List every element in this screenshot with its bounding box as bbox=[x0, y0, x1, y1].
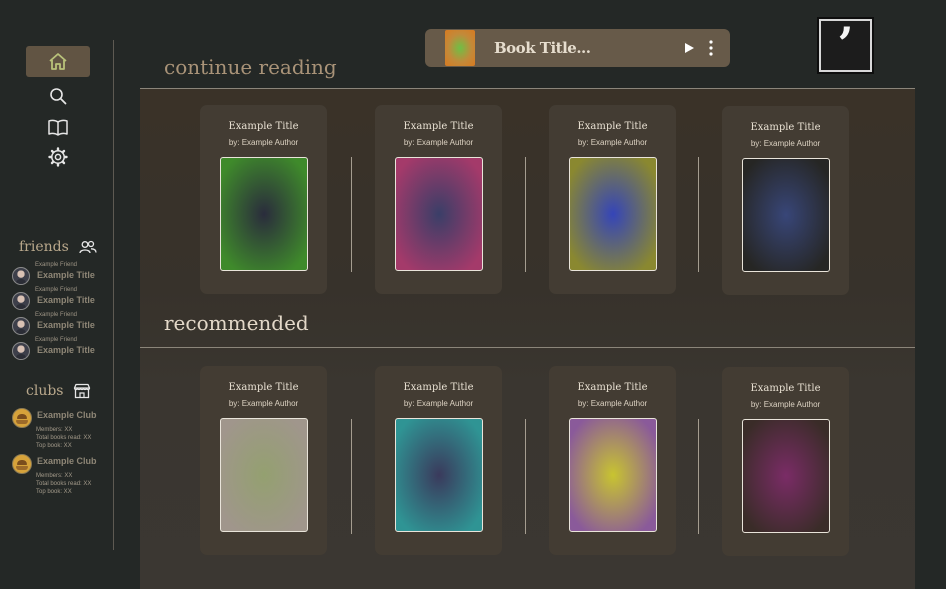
book-title: Example Title bbox=[228, 121, 299, 132]
home-icon bbox=[49, 53, 67, 70]
friend-name: Example Friend bbox=[35, 312, 78, 318]
avatar bbox=[12, 292, 30, 310]
friend-book-title: Example Title bbox=[37, 270, 95, 280]
club-total-read: Total books read: XX bbox=[36, 481, 92, 487]
book-cover[interactable] bbox=[569, 157, 657, 271]
card-divider bbox=[351, 157, 352, 272]
book-card[interactable]: Example Title by: Example Author bbox=[722, 106, 849, 295]
club-avatar bbox=[12, 454, 32, 474]
club-members: Members: XX bbox=[36, 427, 73, 433]
book-author: by: Example Author bbox=[228, 399, 299, 408]
card-divider bbox=[698, 419, 699, 534]
book-cover[interactable] bbox=[220, 157, 308, 271]
book-author: by: Example Author bbox=[750, 400, 821, 409]
nav-library-button[interactable] bbox=[42, 114, 74, 140]
book-card[interactable]: Example Title by: Example Author bbox=[375, 105, 502, 294]
club-top-book: Top book: XX bbox=[36, 489, 72, 495]
book-cover[interactable] bbox=[569, 418, 657, 532]
avatar bbox=[12, 342, 30, 360]
nav-search-button[interactable] bbox=[42, 83, 74, 109]
nav-home-button[interactable] bbox=[26, 46, 90, 77]
people-icon[interactable] bbox=[79, 240, 97, 254]
friend-book-title: Example Title bbox=[37, 345, 95, 355]
club-item[interactable]: Example Club Members: XX Total books rea… bbox=[12, 454, 112, 498]
friend-item[interactable]: Example Friend Example Title bbox=[12, 262, 112, 286]
book-cover[interactable] bbox=[395, 418, 483, 532]
book-title: Example Title bbox=[750, 383, 821, 394]
clubs-label: clubs bbox=[26, 383, 64, 399]
book-cover[interactable] bbox=[395, 157, 483, 271]
club-members: Members: XX bbox=[36, 473, 73, 479]
club-name: Example Club bbox=[37, 456, 97, 466]
now-playing-title[interactable]: Book Title... bbox=[494, 39, 591, 57]
open-book-icon bbox=[48, 119, 68, 136]
book-author: by: Example Author bbox=[577, 138, 648, 147]
book-title: Example Title bbox=[403, 382, 474, 393]
book-cover[interactable] bbox=[742, 158, 830, 272]
clubs-header: clubs bbox=[26, 383, 91, 399]
book-author: by: Example Author bbox=[750, 139, 821, 148]
logo-glyph: ’ bbox=[837, 16, 854, 71]
book-card[interactable]: Example Title by: Example Author bbox=[375, 366, 502, 555]
now-playing-cover[interactable] bbox=[445, 30, 475, 66]
book-title: Example Title bbox=[228, 382, 299, 393]
friend-book-title: Example Title bbox=[37, 320, 95, 330]
club-total-read: Total books read: XX bbox=[36, 435, 92, 441]
friend-item[interactable]: Example Friend Example Title bbox=[12, 312, 112, 336]
continue-reading-title: continue reading bbox=[164, 55, 337, 79]
friend-name: Example Friend bbox=[35, 337, 78, 343]
book-card[interactable]: Example Title by: Example Author bbox=[549, 366, 676, 555]
app-logo[interactable]: ’ bbox=[819, 19, 872, 72]
nav-settings-button[interactable] bbox=[42, 144, 74, 170]
club-name: Example Club bbox=[37, 410, 97, 420]
book-card[interactable]: Example Title by: Example Author bbox=[200, 105, 327, 294]
book-card[interactable]: Example Title by: Example Author bbox=[200, 366, 327, 555]
sidebar: friends Example Friend Example Title Exa… bbox=[0, 0, 114, 589]
play-icon[interactable] bbox=[682, 41, 696, 55]
friend-name: Example Friend bbox=[35, 262, 78, 268]
more-vertical-icon[interactable] bbox=[706, 39, 716, 57]
book-author: by: Example Author bbox=[403, 399, 474, 408]
book-author: by: Example Author bbox=[577, 399, 648, 408]
app: friends Example Friend Example Title Exa… bbox=[0, 0, 946, 589]
friends-label: friends bbox=[19, 239, 69, 255]
card-divider bbox=[351, 419, 352, 534]
gear-icon bbox=[48, 147, 68, 167]
friend-name: Example Friend bbox=[35, 287, 78, 293]
avatar bbox=[12, 267, 30, 285]
friend-item[interactable]: Example Friend Example Title bbox=[12, 337, 112, 361]
book-card[interactable]: Example Title by: Example Author bbox=[549, 105, 676, 294]
recommended-title: recommended bbox=[164, 311, 309, 335]
friend-item[interactable]: Example Friend Example Title bbox=[12, 287, 112, 311]
now-playing-bar[interactable]: Book Title... bbox=[425, 29, 730, 67]
book-title: Example Title bbox=[750, 122, 821, 133]
book-title: Example Title bbox=[577, 121, 648, 132]
club-top-book: Top book: XX bbox=[36, 443, 72, 449]
book-card[interactable]: Example Title by: Example Author bbox=[722, 367, 849, 556]
section-divider bbox=[140, 88, 915, 89]
book-cover[interactable] bbox=[742, 419, 830, 533]
sidebar-divider bbox=[113, 40, 114, 550]
book-title: Example Title bbox=[403, 121, 474, 132]
club-item[interactable]: Example Club Members: XX Total books rea… bbox=[12, 408, 112, 452]
search-icon bbox=[50, 88, 67, 105]
club-avatar bbox=[12, 408, 32, 428]
book-author: by: Example Author bbox=[228, 138, 299, 147]
card-divider bbox=[525, 157, 526, 272]
card-divider bbox=[525, 419, 526, 534]
friends-header: friends bbox=[19, 239, 97, 255]
section-divider bbox=[140, 347, 915, 348]
book-author: by: Example Author bbox=[403, 138, 474, 147]
book-cover[interactable] bbox=[220, 418, 308, 532]
book-title: Example Title bbox=[577, 382, 648, 393]
avatar bbox=[12, 317, 30, 335]
card-divider bbox=[698, 157, 699, 272]
storefront-icon[interactable] bbox=[73, 383, 91, 399]
friend-book-title: Example Title bbox=[37, 295, 95, 305]
